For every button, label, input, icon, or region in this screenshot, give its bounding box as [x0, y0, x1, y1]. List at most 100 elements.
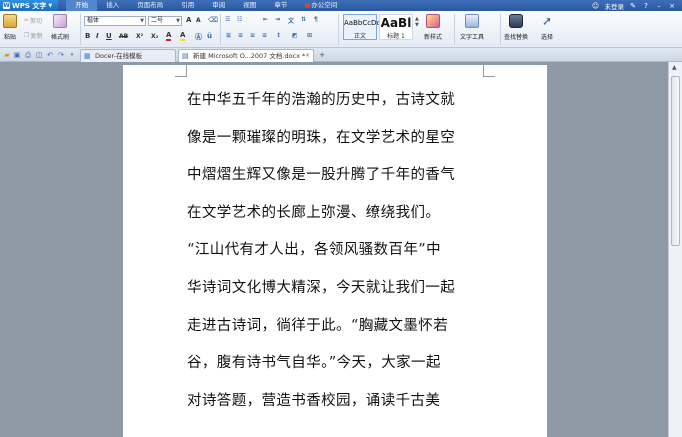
find-replace-label: 查找替换	[504, 34, 529, 41]
format-painter-label: 格式刷	[51, 34, 70, 41]
tab-docer-templates[interactable]: ▦ Docer-在线模板	[80, 49, 176, 62]
palette-icon[interactable]: ✎	[629, 2, 637, 10]
cut-label: 剪切	[30, 18, 43, 25]
copy-button[interactable]: ❐ 复制	[24, 31, 42, 40]
text-line: 中熠熠生辉又像是一股升腾了千年的香气	[187, 167, 456, 184]
cut-button[interactable]: ✂ 剪切	[24, 16, 42, 25]
format-painter-button[interactable]: 格式刷	[51, 14, 69, 41]
save-icon[interactable]: ▣	[13, 51, 21, 59]
login-status[interactable]: 未登录	[605, 1, 625, 11]
line-spacing-icon[interactable]: ↕	[276, 32, 281, 39]
redo-icon[interactable]: ↷	[57, 51, 65, 59]
chinese-layout-icon[interactable]: 文	[288, 16, 294, 25]
vertical-scrollbar[interactable]: ▲	[668, 62, 682, 437]
ribbon-divider	[338, 14, 339, 45]
italic-button[interactable]: I	[96, 32, 99, 40]
text-tools-button[interactable]: 文字工具	[460, 14, 484, 41]
menu-tab-home[interactable]: 开始	[66, 0, 98, 11]
brush-icon	[53, 14, 67, 28]
close-icon[interactable]: ×	[668, 2, 676, 10]
new-tab-button[interactable]: +	[318, 51, 326, 59]
tab-current-document[interactable]: ▤ 新建 Microsoft O...2007 文档.docx * ×	[178, 49, 314, 62]
font-size-select[interactable]: 二号 ▼	[148, 16, 182, 26]
document-page[interactable]: 在中华五千年的浩瀚的历史中，古诗文就 像是一颗璀璨的明珠，在文学艺术的星空 中熠…	[123, 65, 547, 437]
font-name-select[interactable]: 楷体 ▼	[84, 16, 146, 26]
align-center-icon[interactable]: ≡	[238, 32, 243, 39]
tab-current-document-label: 新建 Microsoft O...2007 文档.docx *	[193, 52, 306, 60]
increase-indent-icon[interactable]: ⇥	[275, 16, 280, 23]
menu-tab-view[interactable]: 视图	[234, 0, 265, 11]
paste-label: 粘贴	[3, 34, 16, 41]
strikethrough-button[interactable]: AB	[119, 33, 128, 40]
ribbon-divider	[80, 14, 81, 45]
menu-tab-sections[interactable]: 章节	[265, 0, 296, 11]
font-color-button[interactable]: A	[166, 32, 172, 41]
user-icon[interactable]: ☺	[592, 2, 600, 10]
clear-format-icon[interactable]: ⌫	[208, 16, 218, 24]
shading-icon[interactable]: ◩	[292, 32, 298, 39]
text-tools-icon	[465, 14, 479, 28]
text-line: 对诗答题，营造书香校园，诵读千古美	[187, 392, 441, 409]
sort-icon[interactable]: ⇅	[301, 16, 306, 23]
document-tab-bar: ▰ ▣ ⎙ ◫ ↶ ↷ ▾ ▦ Docer-在线模板 ▤ 新建 Microsof…	[0, 48, 682, 62]
numbering-icon[interactable]: ☷	[237, 16, 242, 23]
document-text[interactable]: 在中华五千年的浩瀚的历史中，古诗文就 像是一颗璀璨的明珠，在文学艺术的星空 中熠…	[187, 90, 487, 428]
margin-corner-mark	[175, 65, 187, 77]
binoculars-icon	[509, 14, 523, 28]
style-normal[interactable]: AaBbCcDd 正文	[343, 14, 381, 40]
superscript-button[interactable]: X²	[136, 33, 143, 40]
bullets-icon[interactable]: ☰	[225, 16, 230, 23]
minimize-icon[interactable]: –	[655, 2, 663, 10]
scroll-up-icon[interactable]: ▲	[672, 64, 677, 71]
chevron-down-icon: ▼	[140, 18, 144, 24]
new-style-icon	[426, 14, 440, 28]
help-icon[interactable]: ?	[642, 2, 650, 10]
select-button[interactable]: ➚ 选择	[540, 14, 554, 41]
style-gallery-scroll-icon[interactable]: ▲ ▼	[415, 16, 419, 28]
font-grow-button[interactable]: A	[186, 16, 191, 24]
close-tab-icon[interactable]: ×	[305, 50, 310, 62]
borders-icon[interactable]: ⊞	[307, 32, 312, 39]
app-menu-button[interactable]: W WPS 文字 ▼	[0, 0, 59, 11]
font-shrink-button[interactable]: A	[196, 17, 201, 24]
folder-open-icon[interactable]: ▰	[3, 51, 11, 59]
style-heading-1[interactable]: AaBl 标题 1	[379, 14, 413, 40]
highlight-button[interactable]: A	[180, 32, 186, 41]
align-justify-icon[interactable]: ≡	[226, 32, 232, 39]
text-line: 谷，腹有诗书气自华。”今天，大家一起	[187, 355, 441, 372]
align-right-icon[interactable]: ≡	[250, 32, 255, 39]
quick-access-dropdown-icon[interactable]: ▾	[68, 51, 76, 59]
print-preview-icon[interactable]: ◫	[35, 51, 43, 59]
chevron-down-icon: ▼	[48, 2, 53, 9]
new-style-button[interactable]: 新样式	[424, 14, 442, 41]
menu-tab-office-space[interactable]: 办公空间	[296, 0, 346, 11]
paste-button[interactable]: 粘贴	[3, 14, 17, 41]
print-icon[interactable]: ⎙	[24, 51, 32, 59]
ribbon-toolbar: 粘贴 ✂ 剪切 ❐ 复制 格式刷 楷体 ▼ 二号 ▼ A A ⌫ B I U AB X²…	[0, 11, 682, 48]
wps-logo-icon: W	[3, 2, 10, 9]
margin-corner-mark	[483, 65, 495, 77]
scrollbar-thumb[interactable]	[671, 76, 680, 246]
text-line: “江山代有才人出，各领风骚数百年”中	[187, 242, 442, 259]
ribbon-divider	[500, 14, 501, 45]
bold-button[interactable]: B	[85, 32, 90, 40]
show-marks-icon[interactable]: ¶	[314, 16, 318, 23]
decrease-indent-icon[interactable]: ⇤	[263, 16, 268, 23]
align-distributed-icon[interactable]: ≡	[262, 32, 267, 39]
menu-tab-references[interactable]: 引用	[172, 0, 203, 11]
character-border-icon[interactable]: Ⓐ	[195, 32, 202, 42]
menu-tab-page-layout[interactable]: 页面布局	[128, 0, 172, 11]
phonetic-guide-icon[interactable]: ü	[207, 32, 212, 40]
text-line: 走进古诗词，徜徉于此。“胸藏文墨怀若	[187, 317, 449, 334]
find-replace-button[interactable]: 查找替换	[504, 14, 528, 41]
subscript-button[interactable]: X₂	[151, 33, 158, 40]
text-line: 华诗词文化博大精深，今天就让我们一起	[187, 279, 456, 296]
menu-tab-review[interactable]: 审阅	[203, 0, 234, 11]
chevron-down-icon: ▼	[176, 18, 180, 24]
office-space-icon	[305, 2, 311, 8]
text-line: 在文学艺术的长廊上弥漫、缭绕我们。	[187, 204, 441, 221]
menu-tab-insert[interactable]: 插入	[97, 0, 128, 11]
app-name: WPS 文字	[12, 1, 47, 10]
undo-icon[interactable]: ↶	[46, 51, 54, 59]
underline-button[interactable]: U	[106, 32, 112, 40]
